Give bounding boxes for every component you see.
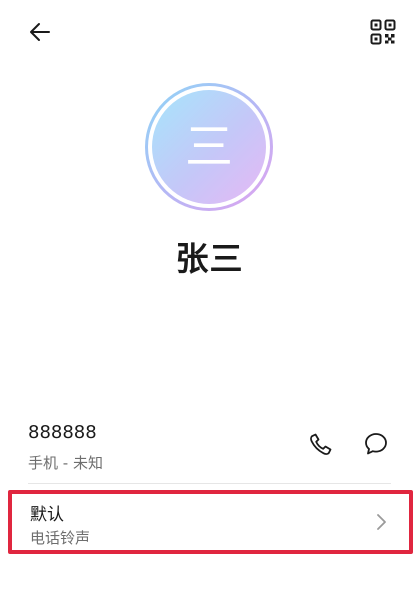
qr-code-icon: [370, 19, 396, 45]
phone-type-label: 手机 - 未知: [28, 454, 103, 472]
chevron-right-icon: [373, 512, 389, 532]
divider: [28, 483, 391, 484]
call-button[interactable]: [303, 426, 339, 462]
avatar-initial: 三: [184, 119, 233, 175]
phone-number-row[interactable]: 888888 手机 - 未知: [0, 416, 419, 480]
phone-icon: [310, 433, 332, 455]
qr-code-button[interactable]: [365, 14, 401, 50]
contact-detail-screen: 三 张三 888888 手机 - 未知 默认 电话铃声: [0, 0, 419, 600]
phone-number: 888888: [28, 422, 97, 443]
back-button[interactable]: [22, 14, 58, 50]
ringtone-value: 默认: [30, 505, 64, 525]
arrow-left-icon: [30, 23, 50, 41]
ringtone-label: 电话铃声: [30, 529, 91, 547]
message-button[interactable]: [358, 426, 394, 462]
chat-bubble-icon: [365, 433, 387, 455]
avatar-frame: 三: [148, 86, 270, 208]
ringtone-setting-row[interactable]: 默认 电话铃声: [8, 490, 413, 554]
contact-name: 张三: [175, 239, 244, 278]
avatar-ring: 三: [145, 83, 273, 211]
avatar[interactable]: 三: [152, 90, 266, 204]
